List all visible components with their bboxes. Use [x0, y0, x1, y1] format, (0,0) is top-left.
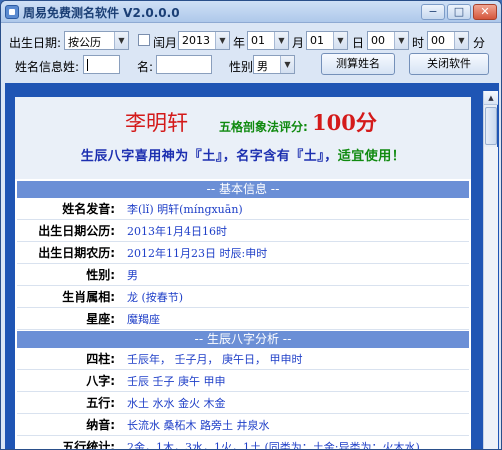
table-row: 姓名发音: 李(lǐ) 明轩(míngxuān): [17, 199, 469, 220]
chevron-down-icon: ▼: [394, 32, 408, 49]
gender-value: 男: [257, 60, 268, 73]
close-button[interactable]: ✕: [473, 4, 497, 20]
surname-label: 姓:: [63, 60, 80, 74]
given-name-label: 名:: [137, 60, 154, 74]
vertical-scrollbar[interactable]: ▲: [483, 91, 498, 449]
window-title: 周易免费测名软件 V2.0.0.0: [23, 6, 180, 20]
day-unit: 日: [352, 36, 365, 50]
minute-value: 00: [431, 34, 445, 47]
hour-value: 00: [371, 34, 385, 47]
row-key: 生肖属相:: [62, 290, 115, 304]
leap-month-label: 闰月: [153, 36, 178, 50]
app-window: 周易免费测名软件 V2.0.0.0 − □ ✕ 出生日期: 按公历 ▼ 闰月 20…: [0, 0, 502, 450]
toolbar: 出生日期: 按公历 ▼ 闰月 2013 ▼ 年 01 ▼ 月 01 ▼ 日 00 ▼ 时 …: [1, 23, 501, 79]
row-key: 五行:: [86, 396, 115, 410]
month-value: 01: [251, 34, 265, 47]
leap-month-checkbox[interactable]: [138, 34, 150, 46]
table-row: 出生日期农历: 2012年11月23日 时辰:申时: [17, 243, 469, 264]
row-key: 出生日期农历:: [38, 246, 115, 260]
table-row: 星座: 魔羯座: [17, 309, 469, 330]
given-name-input[interactable]: [156, 55, 212, 74]
day-select[interactable]: 01 ▼: [306, 31, 348, 50]
gender-select[interactable]: 男 ▼: [253, 55, 295, 74]
year-unit: 年: [233, 36, 246, 50]
chevron-down-icon: ▼: [280, 56, 294, 73]
chevron-down-icon: ▼: [215, 32, 229, 49]
text-caret: [87, 59, 88, 71]
row-value: 2金，1木，3水，1火，1土 (同类为：土金;异类为：火木水): [127, 441, 420, 450]
chevron-down-icon: ▼: [333, 32, 347, 49]
row-value: 壬辰 壬子 庚午 甲申: [127, 375, 226, 388]
row-key: 星座:: [86, 312, 115, 326]
year-value: 2013: [182, 34, 210, 47]
row-key: 纳音:: [86, 418, 115, 432]
result-header: 李明轩 五格剖象法评分: 100分 生辰八字喜用神为『土』，名字含有『土』，适宜…: [15, 97, 471, 179]
row-value: 壬辰年， 壬子月， 庚午日， 甲申时: [127, 353, 303, 366]
table-row: 出生日期公历: 2013年1月4日16时: [17, 221, 469, 242]
hour-select[interactable]: 00 ▼: [367, 31, 409, 50]
row-value: 2013年1月4日16时: [127, 225, 227, 238]
row-key: 性别:: [86, 268, 115, 282]
table-row: 四柱: 壬辰年， 壬子月， 庚午日， 甲申时: [17, 349, 469, 370]
month-unit: 月: [292, 36, 305, 50]
row-value: 魔羯座: [127, 313, 160, 326]
calendar-type-value: 按公历: [68, 36, 101, 49]
table-row: 五行统计: 2金，1木，3水，1火，1土 (同类为：土金;异类为：火木水): [17, 437, 469, 450]
row-key: 五行统计:: [62, 440, 115, 450]
calendar-type-select[interactable]: 按公历 ▼: [64, 31, 129, 50]
scroll-track[interactable]: [484, 147, 498, 449]
title-bar[interactable]: 周易免费测名软件 V2.0.0.0 − □ ✕: [1, 1, 501, 23]
chevron-down-icon: ▼: [274, 32, 288, 49]
year-select[interactable]: 2013 ▼: [178, 31, 230, 50]
row-value: 长流水 桑柘木 路旁土 井泉水: [127, 419, 270, 432]
close-app-button[interactable]: 关闭软件: [409, 53, 489, 75]
surname-input[interactable]: [83, 55, 120, 74]
row-value: 龙 (按春节): [127, 291, 184, 304]
hour-unit: 时: [412, 36, 425, 50]
scroll-thumb[interactable]: [485, 107, 497, 145]
table-row: 生肖属相: 龙 (按春节): [17, 287, 469, 308]
summary-text: 生辰八字喜用神为『土』，名字含有『土』，: [80, 149, 338, 164]
row-key: 八字:: [86, 374, 115, 388]
row-key: 四柱:: [86, 352, 115, 366]
row-value: 2012年11月23日 时辰:申时: [127, 247, 268, 260]
name-info-label: 姓名信息:: [15, 60, 68, 74]
calculate-name-button[interactable]: 测算姓名: [321, 53, 395, 75]
chevron-down-icon: ▼: [114, 32, 128, 49]
row-value: 李(lǐ) 明轩(míngxuān): [127, 203, 243, 216]
summary-line: 生辰八字喜用神为『土』，名字含有『土』，适宜使用！: [15, 145, 471, 164]
minute-select[interactable]: 00 ▼: [427, 31, 469, 50]
table-row: 性别: 男: [17, 265, 469, 286]
result-panel: ▲ 李明轩 五格剖象法评分: 100分 生辰八字喜用神为『土』，名字含有『土』，…: [5, 83, 499, 450]
row-key: 姓名发音:: [62, 202, 115, 216]
month-select[interactable]: 01 ▼: [247, 31, 289, 50]
scroll-up-icon[interactable]: ▲: [484, 91, 498, 105]
result-page: 李明轩 五格剖象法评分: 100分 生辰八字喜用神为『土』，名字含有『土』，适宜…: [15, 97, 471, 450]
day-value: 01: [310, 34, 324, 47]
summary-verdict: 适宜使用！: [337, 149, 406, 164]
app-icon: [5, 5, 19, 19]
score-value: 100分: [312, 110, 377, 135]
chevron-down-icon: ▼: [454, 32, 468, 49]
birth-date-label: 出生日期:: [9, 36, 62, 50]
row-value: 男: [127, 269, 138, 282]
section-basic-info: -- 基本信息 --: [17, 181, 469, 198]
table-row: 五行: 水土 水水 金火 木金: [17, 393, 469, 414]
row-value: 水土 水水 金火 木金: [127, 397, 226, 410]
maximize-button[interactable]: □: [447, 4, 471, 20]
section-bazi-analysis: -- 生辰八字分析 --: [17, 331, 469, 348]
minimize-button[interactable]: −: [421, 4, 445, 20]
table-row: 八字: 壬辰 壬子 庚午 甲申: [17, 371, 469, 392]
result-name: 李明轩: [125, 111, 188, 135]
table-row: 纳音: 长流水 桑柘木 路旁土 井泉水: [17, 415, 469, 436]
row-key: 出生日期公历:: [38, 224, 115, 238]
minute-unit: 分: [473, 36, 486, 50]
score-label: 五格剖象法评分:: [219, 120, 308, 134]
